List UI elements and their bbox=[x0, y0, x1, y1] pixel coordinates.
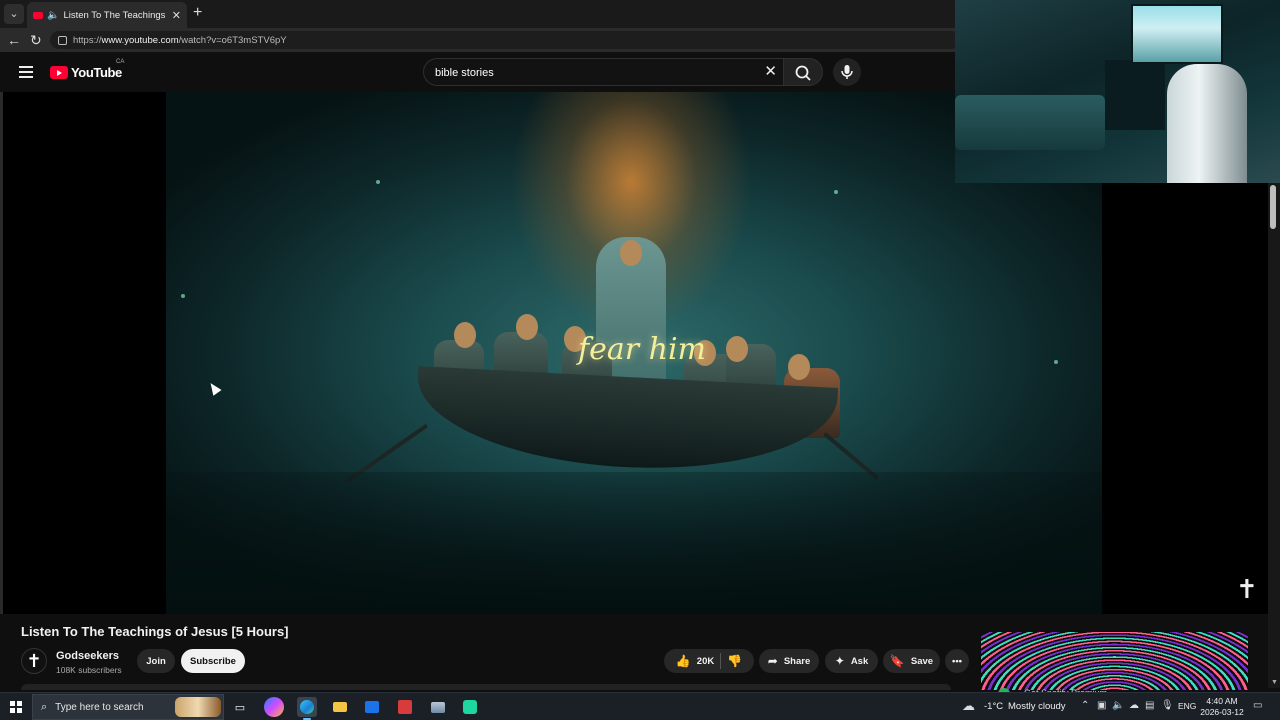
language-indicator[interactable]: ENG bbox=[1178, 701, 1196, 711]
webcam-bed bbox=[955, 95, 1105, 150]
network-icon[interactable]: ▤ bbox=[1145, 700, 1154, 711]
youtube-play-icon bbox=[50, 66, 68, 79]
clock-time: 4:40 AM bbox=[1206, 696, 1238, 706]
disciple-head bbox=[516, 314, 538, 340]
copilot-icon[interactable] bbox=[264, 697, 284, 717]
search-icon bbox=[795, 65, 811, 81]
webcam-overlay bbox=[955, 0, 1280, 183]
weather-cloud-icon[interactable]: ☁ bbox=[962, 698, 975, 714]
sparkle-icon: ✦ bbox=[834, 654, 845, 668]
channel-watermark-icon[interactable]: ✝ bbox=[1236, 574, 1258, 605]
share-label: Share bbox=[783, 655, 811, 667]
channel-avatar[interactable]: ✝ bbox=[21, 648, 47, 674]
clear-search-icon[interactable]: ✕ bbox=[764, 64, 777, 80]
description-box[interactable] bbox=[21, 684, 951, 690]
water bbox=[166, 472, 1102, 614]
webcam-monitor bbox=[1131, 4, 1223, 64]
green-app-icon[interactable] bbox=[460, 697, 480, 717]
notification-icon[interactable]: ▭ bbox=[1253, 700, 1262, 711]
url-text: https://www.youtube.com/watch?v=o6T3mSTV… bbox=[73, 34, 287, 46]
ask-button[interactable]: ✦ Ask bbox=[825, 649, 878, 673]
disciple-head bbox=[726, 336, 748, 362]
subscriber-count: 108K subscribers bbox=[56, 665, 122, 675]
youtube-logo[interactable]: YouTube CA bbox=[50, 59, 124, 80]
tab-title: Listen To The Teachings of Jesus bbox=[63, 9, 167, 21]
search-button[interactable] bbox=[783, 58, 823, 86]
gift-app-icon[interactable] bbox=[395, 697, 415, 717]
outlook-icon[interactable] bbox=[362, 697, 382, 717]
video-caption-text: fear him bbox=[578, 332, 706, 367]
url-field[interactable]: https://www.youtube.com/watch?v=o6T3mSTV… bbox=[50, 31, 960, 49]
scroll-down-arrow-icon[interactable]: ▼ bbox=[1271, 679, 1278, 686]
like-divider bbox=[720, 653, 722, 669]
microphone-icon bbox=[841, 65, 853, 79]
like-count[interactable]: 20K bbox=[697, 656, 714, 667]
new-tab-button[interactable]: + bbox=[193, 4, 202, 22]
browser-tab-active[interactable]: 🔈 Listen To The Teachings of Jesus ✕ bbox=[27, 2, 187, 28]
particle bbox=[1054, 360, 1058, 364]
tab-close-icon[interactable]: ✕ bbox=[172, 9, 181, 22]
page-scrollbar[interactable]: ▼ bbox=[1268, 183, 1280, 688]
player-edge bbox=[0, 92, 3, 614]
search-highlight-art[interactable] bbox=[175, 697, 221, 717]
jesus-head bbox=[620, 240, 642, 266]
particle bbox=[181, 294, 185, 298]
like-thumb-icon[interactable]: 👍 bbox=[676, 654, 691, 668]
search-input[interactable]: bible stories ✕ bbox=[423, 58, 787, 86]
taskbar-search-placeholder: Type here to search bbox=[55, 701, 144, 713]
subscribe-button[interactable]: Subscribe bbox=[181, 649, 245, 673]
microphone-tray-icon[interactable]: 🎙 bbox=[1161, 700, 1174, 711]
tab-list-chevron-icon[interactable]: ⌄ bbox=[4, 4, 24, 24]
webcam-chair bbox=[1167, 64, 1247, 183]
more-actions-button[interactable]: ••• bbox=[945, 649, 969, 673]
search-icon: ⌕ bbox=[41, 700, 48, 713]
dislike-thumb-icon[interactable]: 👎 bbox=[727, 654, 742, 668]
scrollbar-thumb[interactable] bbox=[1270, 185, 1276, 229]
site-info-icon[interactable] bbox=[58, 35, 67, 45]
join-button[interactable]: Join bbox=[137, 649, 175, 673]
youtube-wordmark: YouTube bbox=[71, 65, 122, 80]
particle bbox=[834, 190, 838, 194]
photos-icon[interactable] bbox=[428, 697, 448, 717]
weather-description[interactable]: Mostly cloudy bbox=[1008, 701, 1066, 712]
windows-start-icon[interactable] bbox=[10, 701, 22, 713]
guide-menu-icon[interactable] bbox=[19, 66, 33, 78]
share-arrow-icon: ➦ bbox=[767, 654, 778, 668]
weather-temperature[interactable]: -1°C bbox=[984, 701, 1003, 712]
tray-app-icon[interactable]: ▣ bbox=[1097, 700, 1106, 711]
bookmark-icon: 🔖 bbox=[889, 654, 905, 668]
share-button[interactable]: ➦ Share bbox=[759, 649, 819, 673]
channel-name[interactable]: Godseekers bbox=[56, 650, 119, 662]
edge-browser-icon[interactable] bbox=[297, 697, 317, 720]
back-arrow-icon[interactable]: ← bbox=[7, 31, 21, 49]
clock-date: 2026-03-12 bbox=[1200, 707, 1244, 717]
particle bbox=[376, 180, 380, 184]
webcam-desk bbox=[1105, 60, 1165, 130]
like-dislike-group: 👍 20K 👎 bbox=[664, 649, 754, 673]
onedrive-icon[interactable]: ☁ bbox=[1129, 700, 1139, 711]
save-label: Save bbox=[910, 655, 934, 667]
speaker-icon[interactable]: 🔈 bbox=[47, 10, 59, 21]
tray-overflow-chevron-icon[interactable]: ⌃ bbox=[1081, 700, 1089, 711]
video-title: Listen To The Teachings of Jesus [5 Hour… bbox=[21, 624, 289, 639]
youtube-favicon-icon bbox=[33, 11, 43, 19]
ask-label: Ask bbox=[850, 655, 869, 667]
reload-icon[interactable]: ↻ bbox=[30, 31, 42, 49]
promo-banner[interactable] bbox=[981, 632, 1248, 690]
voice-search-button[interactable] bbox=[833, 58, 861, 86]
file-explorer-icon[interactable] bbox=[330, 697, 350, 717]
search-query-text: bible stories bbox=[435, 67, 494, 79]
country-code: CA bbox=[116, 59, 125, 65]
taskbar-clock[interactable]: 4:40 AM 2026-03-12 bbox=[1200, 696, 1244, 718]
save-button[interactable]: 🔖 Save bbox=[883, 649, 940, 673]
disciple-head bbox=[454, 322, 476, 348]
volume-icon[interactable]: 🔈 bbox=[1112, 700, 1124, 711]
disciple-head bbox=[788, 354, 810, 380]
windows-taskbar: ⌕ Type here to search ▭ ☁ -1°C Mostly cl… bbox=[0, 692, 1280, 720]
taskbar-search-box[interactable]: ⌕ Type here to search bbox=[32, 694, 224, 720]
task-view-icon[interactable]: ▭ bbox=[230, 697, 250, 717]
